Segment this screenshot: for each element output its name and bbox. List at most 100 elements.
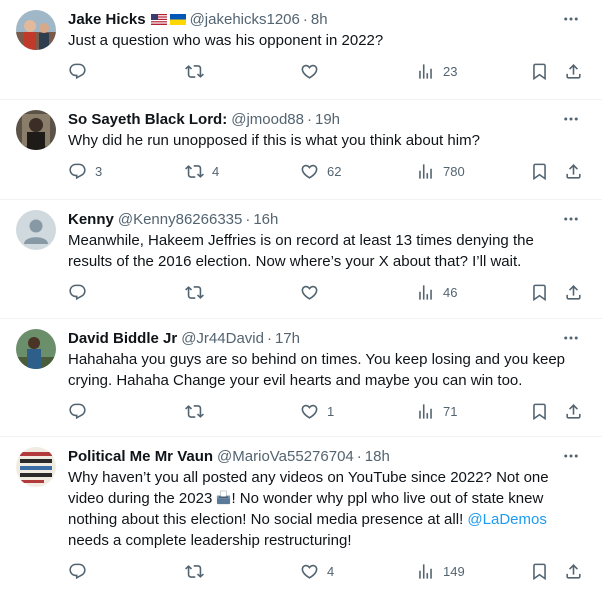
like-count: 4 xyxy=(327,563,335,579)
more-icon xyxy=(564,336,578,340)
display-name[interactable]: So Sayeth Black Lord: xyxy=(68,111,227,128)
like-button[interactable]: 1 xyxy=(300,401,334,421)
retweet-icon xyxy=(185,164,204,178)
like-button[interactable] xyxy=(300,61,327,81)
display-name[interactable]: Political Me Mr Vaun xyxy=(68,448,213,465)
tweet-text: Why did he run unopposed if this is what… xyxy=(68,132,480,149)
user-handle[interactable]: @MarioVa55276704 xyxy=(217,448,354,465)
bookmark-icon xyxy=(533,63,546,80)
like-count: 1 xyxy=(327,403,335,419)
ukraine-flag-icon xyxy=(169,13,186,25)
view-count: 780 xyxy=(443,163,465,179)
tweet[interactable]: David Biddle Jr @Jr44David · 17h Hahahah… xyxy=(0,319,602,437)
more-options-button[interactable] xyxy=(560,110,582,128)
reply-button[interactable] xyxy=(68,61,95,81)
avatar[interactable] xyxy=(16,447,56,487)
reply-icon xyxy=(69,284,86,300)
reply-button[interactable] xyxy=(68,401,95,421)
separator-dot: · xyxy=(356,447,362,465)
views-icon xyxy=(419,163,432,179)
heart-icon xyxy=(301,564,318,579)
more-options-button[interactable] xyxy=(560,10,582,28)
timestamp[interactable]: 8h xyxy=(311,11,328,28)
retweet-button[interactable] xyxy=(185,561,212,581)
reply-button[interactable]: 3 xyxy=(68,161,102,181)
retweet-button[interactable] xyxy=(185,401,212,421)
views-button[interactable]: 23 xyxy=(416,61,457,81)
more-options-button[interactable] xyxy=(560,447,582,465)
default-avatar-icon xyxy=(16,210,56,250)
view-count: 149 xyxy=(443,563,465,579)
tweet[interactable]: Jake Hicks @jakehicks1206 · 8h Just a qu xyxy=(0,0,602,100)
like-button[interactable]: 4 xyxy=(300,561,334,581)
reply-feed: Jake Hicks @jakehicks1206 · 8h Just a qu xyxy=(0,0,602,592)
share-button[interactable] xyxy=(564,61,583,81)
avatar[interactable] xyxy=(16,110,56,150)
heart-icon xyxy=(301,404,318,419)
timestamp[interactable]: 17h xyxy=(275,330,300,347)
views-icon xyxy=(419,63,432,79)
views-icon xyxy=(419,403,432,419)
heart-icon xyxy=(301,164,318,179)
share-button[interactable] xyxy=(564,561,583,581)
like-button[interactable] xyxy=(300,282,327,302)
share-icon xyxy=(566,403,581,419)
views-button[interactable]: 71 xyxy=(416,401,457,421)
views-icon xyxy=(419,284,432,300)
tweet[interactable]: So Sayeth Black Lord: @jmood88 · 19h Why… xyxy=(0,100,602,200)
timestamp[interactable]: 16h xyxy=(253,211,278,228)
avatar[interactable] xyxy=(16,10,56,50)
tweet-text: Just a question who was his opponent in … xyxy=(68,32,384,49)
views-button[interactable]: 149 xyxy=(416,561,465,581)
share-icon xyxy=(566,284,581,300)
reply-button[interactable] xyxy=(68,282,95,302)
reply-icon xyxy=(69,163,86,179)
user-handle[interactable]: @Jr44David xyxy=(181,330,264,347)
bookmark-button[interactable] xyxy=(530,561,549,581)
reply-button[interactable] xyxy=(68,561,95,581)
action-bar: 46 xyxy=(68,276,586,312)
views-icon xyxy=(419,563,432,579)
share-button[interactable] xyxy=(564,401,583,421)
more-options-button[interactable] xyxy=(560,329,582,347)
bookmark-button[interactable] xyxy=(530,161,549,181)
more-icon xyxy=(564,117,578,121)
retweet-button[interactable]: 4 xyxy=(185,161,219,181)
us-flag-icon xyxy=(150,13,167,25)
bookmark-button[interactable] xyxy=(530,401,549,421)
display-name[interactable]: David Biddle Jr xyxy=(68,330,177,347)
reply-icon xyxy=(69,563,86,579)
ballot-box-icon xyxy=(217,490,231,505)
mention-link[interactable]: @LaDemos xyxy=(467,511,546,528)
separator-dot: · xyxy=(302,10,308,28)
avatar[interactable] xyxy=(16,210,56,250)
user-handle[interactable]: @jakehicks1206 xyxy=(190,11,300,28)
retweet-icon xyxy=(185,564,204,578)
avatar[interactable] xyxy=(16,329,56,369)
action-bar: 23 xyxy=(68,55,586,91)
like-button[interactable]: 62 xyxy=(300,161,341,181)
display-name[interactable]: Kenny xyxy=(68,211,114,228)
views-button[interactable]: 46 xyxy=(416,282,457,302)
display-name[interactable]: Jake Hicks xyxy=(68,11,146,28)
more-options-button[interactable] xyxy=(560,210,582,228)
user-handle[interactable]: @Kenny86266335 xyxy=(118,211,243,228)
views-button[interactable]: 780 xyxy=(416,161,465,181)
timestamp[interactable]: 18h xyxy=(365,448,390,465)
share-button[interactable] xyxy=(564,282,583,302)
bookmark-button[interactable] xyxy=(530,282,549,302)
timestamp[interactable]: 19h xyxy=(315,111,340,128)
retweet-button[interactable] xyxy=(185,282,212,302)
retweet-button[interactable] xyxy=(185,61,212,81)
bookmark-icon xyxy=(533,403,546,420)
tweet[interactable]: Kenny @Kenny86266335 · 16h Meanwhile, Ha… xyxy=(0,200,602,319)
heart-icon xyxy=(301,285,318,300)
bookmark-button[interactable] xyxy=(530,61,549,81)
tweet[interactable]: Political Me Mr Vaun @MarioVa55276704 · … xyxy=(0,437,602,592)
bookmark-icon xyxy=(533,563,546,580)
share-button[interactable] xyxy=(564,161,583,181)
separator-dot: · xyxy=(266,329,272,347)
user-handle[interactable]: @jmood88 xyxy=(231,111,304,128)
reply-count: 3 xyxy=(95,163,103,179)
action-bar: 4 149 xyxy=(68,555,586,591)
